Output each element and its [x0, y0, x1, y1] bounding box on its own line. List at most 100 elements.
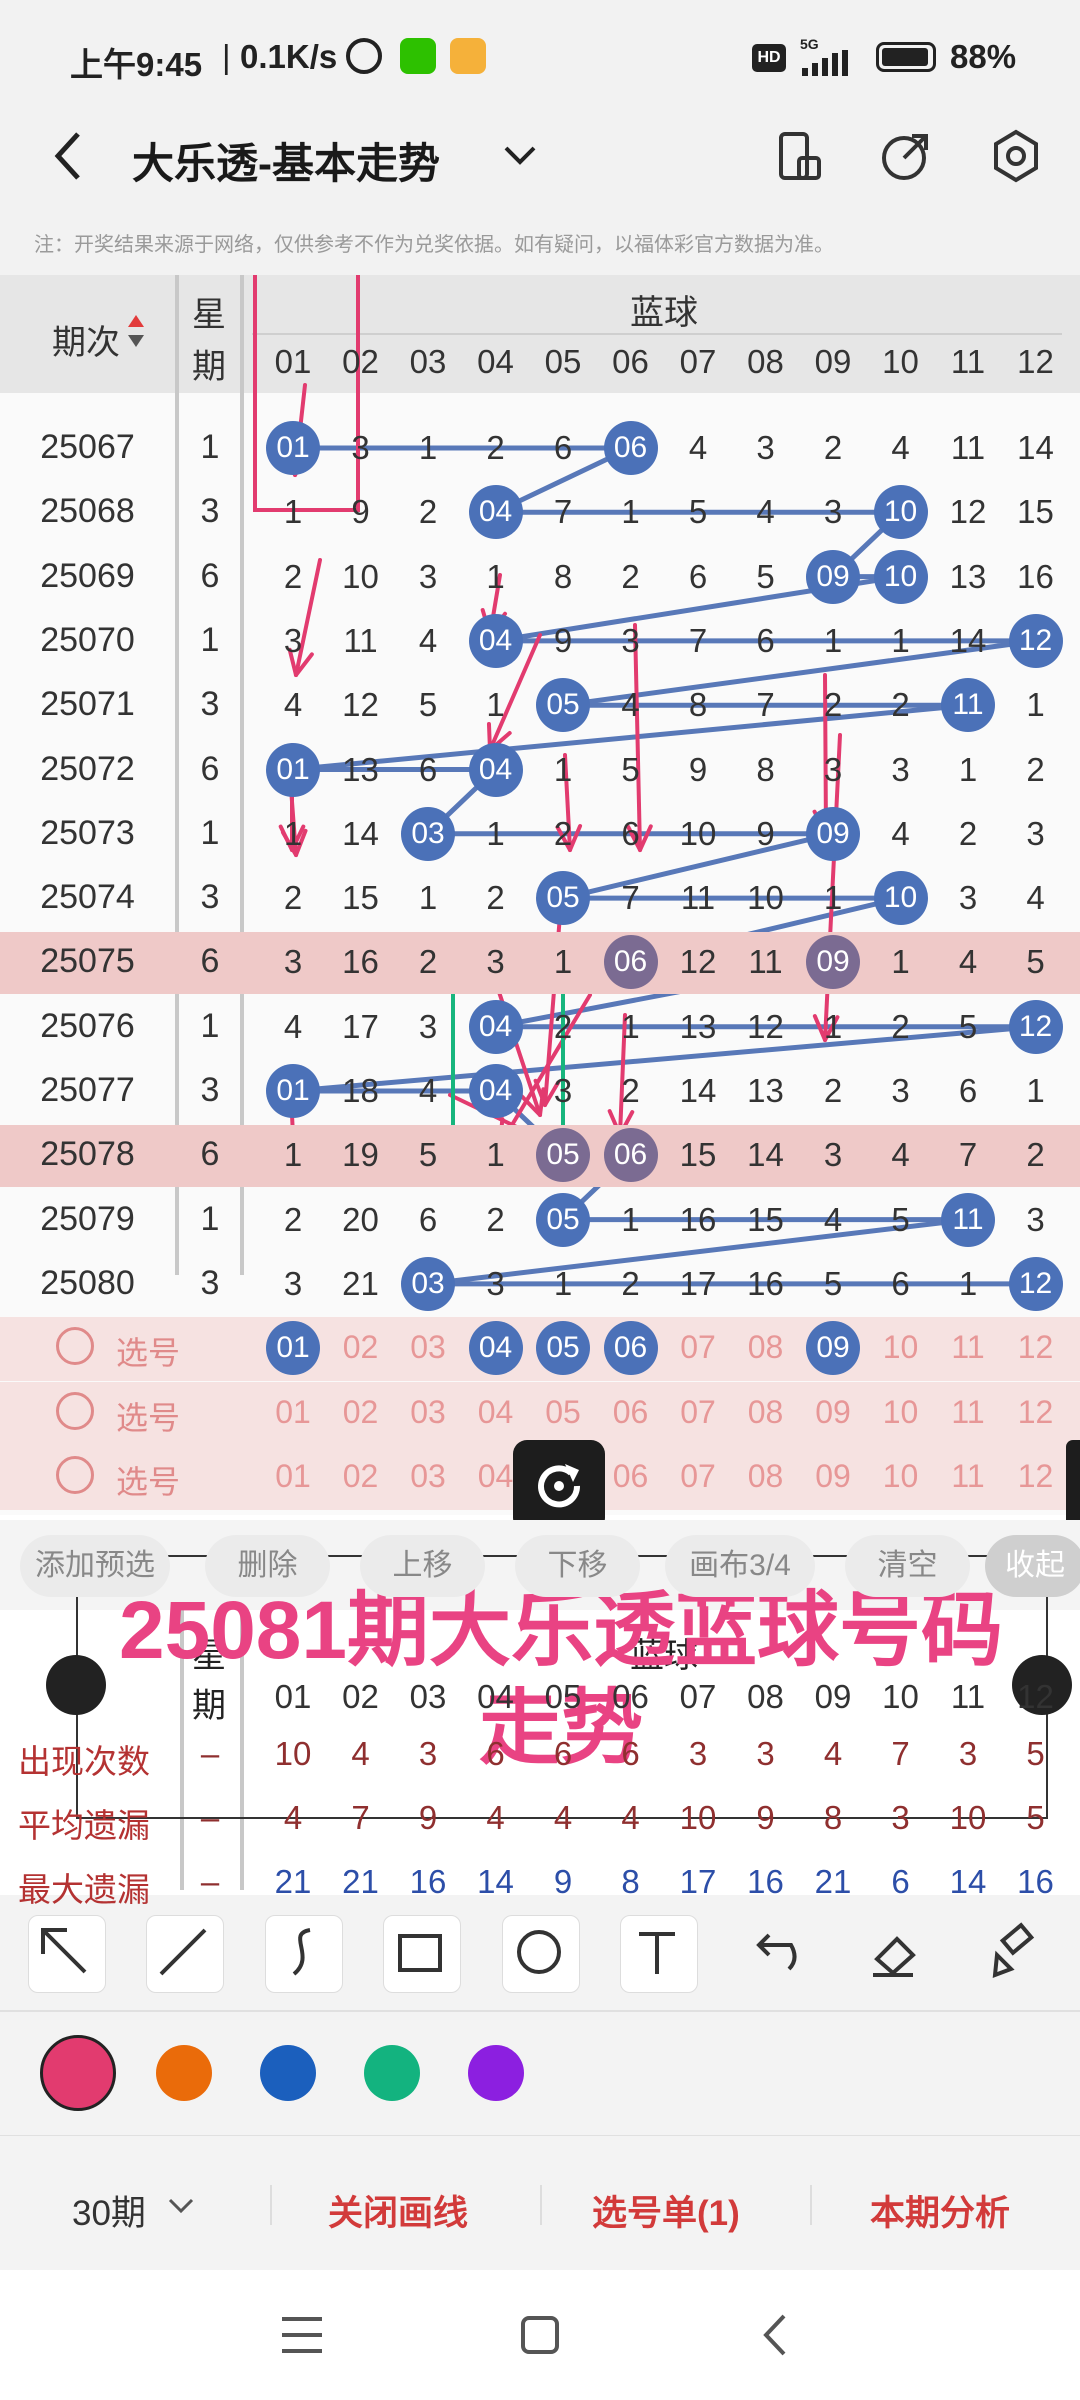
pick-number[interactable]: 04 [466, 1394, 526, 1431]
pick-label[interactable]: 选号 [116, 1393, 180, 1439]
pick-number[interactable]: 10 [871, 1329, 931, 1366]
blue-ball[interactable]: 01 [266, 742, 320, 797]
color-swatch[interactable] [40, 2035, 116, 2111]
blue-ball[interactable]: 05 [536, 1128, 590, 1183]
pick-number[interactable]: 11 [938, 1458, 998, 1495]
blue-ball[interactable]: 05 [536, 678, 590, 733]
text-tool-button[interactable] [620, 1915, 698, 1993]
blue-ball[interactable]: 12 [1008, 1256, 1063, 1311]
blue-ball[interactable]: 11 [941, 678, 995, 733]
pick-number[interactable]: 09 [803, 1458, 863, 1495]
action-button[interactable]: 收起 [985, 1535, 1080, 1597]
home-icon[interactable] [520, 2315, 560, 2355]
pick-number[interactable]: 03 [398, 1394, 458, 1431]
clear-all-button[interactable] [975, 1915, 1051, 1991]
pick-number[interactable]: 08 [736, 1329, 796, 1366]
picked-ball[interactable]: 05 [536, 1321, 590, 1376]
blue-ball[interactable]: 04 [468, 485, 523, 540]
blue-ball[interactable]: 06 [603, 935, 658, 990]
pick-number[interactable]: 06 [601, 1458, 661, 1495]
undo-button[interactable] [739, 1915, 815, 1991]
close-lines-button[interactable]: 关闭画线 [328, 2185, 468, 2236]
curve-tool-button[interactable] [265, 1915, 343, 1993]
color-swatch[interactable] [260, 2045, 316, 2101]
pick-radio[interactable] [56, 1327, 94, 1366]
action-button[interactable]: 上移 [360, 1535, 485, 1597]
pick-number[interactable]: 08 [736, 1394, 796, 1431]
pick-number[interactable]: 03 [398, 1329, 458, 1366]
blue-ball[interactable]: 06 [603, 421, 658, 475]
action-button[interactable]: 删除 [205, 1535, 330, 1597]
color-swatch[interactable] [156, 2045, 212, 2101]
pick-number[interactable]: 02 [331, 1329, 391, 1366]
pick-number[interactable]: 10 [871, 1394, 931, 1431]
pick-number[interactable]: 02 [331, 1458, 391, 1495]
blue-ball[interactable]: 10 [873, 549, 928, 604]
pick-number[interactable]: 02 [331, 1394, 391, 1431]
pick-number[interactable]: 06 [601, 1394, 661, 1431]
color-swatch[interactable] [468, 2045, 524, 2101]
action-button[interactable]: 画布3/4 [665, 1535, 815, 1597]
blue-ball[interactable]: 01 [266, 1064, 320, 1118]
picked-ball[interactable]: 04 [468, 1321, 523, 1376]
action-button[interactable]: 清空 [845, 1535, 970, 1597]
pick-number[interactable]: 12 [1006, 1329, 1066, 1366]
blue-ball[interactable]: 04 [468, 1064, 523, 1118]
action-button[interactable]: 添加预选 [20, 1535, 170, 1597]
blue-ball[interactable]: 05 [536, 871, 590, 926]
action-button[interactable]: 下移 [515, 1535, 640, 1597]
blue-ball[interactable]: 04 [468, 742, 523, 797]
picked-ball[interactable]: 09 [806, 1321, 860, 1376]
pick-number[interactable]: 07 [668, 1458, 728, 1495]
blue-ball[interactable]: 04 [468, 613, 523, 668]
layout-toggle-icon[interactable] [775, 130, 823, 182]
pick-radio[interactable] [56, 1391, 94, 1430]
pick-number[interactable]: 10 [871, 1458, 931, 1495]
pick-number[interactable]: 01 [263, 1458, 323, 1495]
picked-ball[interactable]: 06 [603, 1321, 658, 1376]
chevron-down-icon[interactable] [166, 2190, 196, 2220]
blue-ball[interactable]: 03 [401, 806, 455, 861]
pick-list-button[interactable]: 选号单(1) [592, 2185, 740, 2236]
period-count-select[interactable]: 30期 [72, 2185, 146, 2236]
menu-icon[interactable] [280, 2315, 324, 2355]
blue-ball[interactable]: 12 [1008, 613, 1063, 668]
period-analysis-button[interactable]: 本期分析 [870, 2185, 1010, 2236]
pick-number[interactable]: 05 [533, 1394, 593, 1431]
blue-ball[interactable]: 10 [873, 871, 928, 926]
picked-ball[interactable]: 01 [266, 1321, 320, 1376]
pick-number[interactable]: 11 [938, 1329, 998, 1366]
pick-number[interactable]: 11 [938, 1394, 998, 1431]
eraser-button[interactable] [857, 1915, 933, 1991]
blue-ball[interactable]: 09 [806, 549, 860, 604]
pick-number[interactable]: 12 [1006, 1458, 1066, 1495]
pick-number[interactable]: 07 [668, 1329, 728, 1366]
blue-ball[interactable]: 01 [266, 421, 320, 475]
pick-number[interactable]: 08 [736, 1458, 796, 1495]
pick-label[interactable]: 选号 [116, 1328, 180, 1374]
blue-ball[interactable]: 09 [806, 935, 860, 990]
pick-number[interactable]: 12 [1006, 1394, 1066, 1431]
pick-number[interactable]: 03 [398, 1458, 458, 1495]
blue-ball[interactable]: 04 [468, 999, 523, 1054]
arrow-tool-button[interactable] [28, 1915, 106, 1993]
blue-ball[interactable]: 11 [941, 1192, 995, 1247]
blue-ball[interactable]: 06 [603, 1128, 658, 1183]
color-swatch[interactable] [364, 2045, 420, 2101]
share-icon[interactable] [880, 130, 932, 182]
pick-radio[interactable] [56, 1455, 94, 1494]
blue-ball[interactable]: 05 [536, 1192, 590, 1247]
circle-tool-button[interactable] [502, 1915, 580, 1993]
settings-icon[interactable] [990, 128, 1042, 184]
blue-ball[interactable]: 03 [401, 1256, 455, 1311]
pick-number[interactable]: 07 [668, 1394, 728, 1431]
blue-ball[interactable]: 09 [806, 806, 860, 861]
line-tool-button[interactable] [146, 1915, 224, 1993]
chevron-down-icon[interactable] [500, 140, 540, 170]
blue-ball[interactable]: 10 [873, 485, 928, 540]
back-icon[interactable] [48, 128, 88, 184]
pick-number[interactable]: 09 [803, 1394, 863, 1431]
pick-label[interactable]: 选号 [116, 1457, 180, 1503]
rect-tool-button[interactable] [383, 1915, 461, 1993]
page-title[interactable]: 大乐透-基本走势 [132, 130, 440, 191]
